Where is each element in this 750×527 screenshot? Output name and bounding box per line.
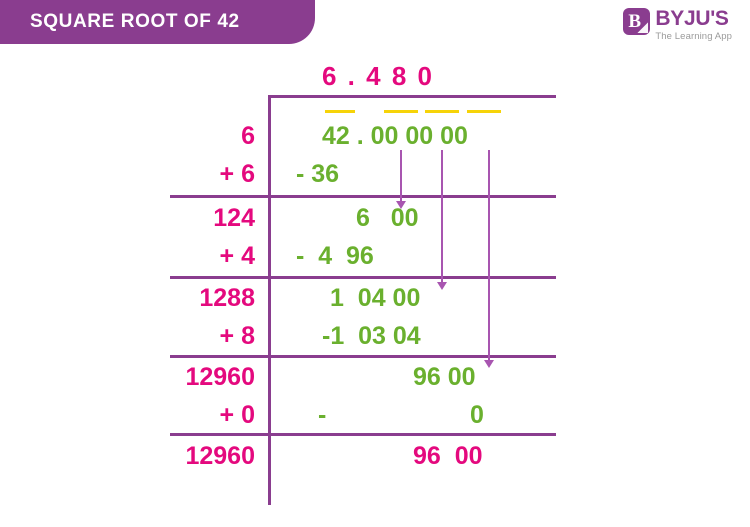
bring-down-arrow-1 — [396, 150, 406, 209]
divisor-add-4: + 0 — [219, 401, 255, 429]
divisor-add-1: + 6 — [219, 160, 255, 188]
divisor-top-4: 12960 — [185, 363, 255, 391]
bring-down-arrow-2 — [437, 150, 447, 290]
divisor-top-1: 6 — [241, 122, 255, 150]
dividend-subtract-1: - 36 — [296, 160, 340, 188]
dividend-subtract-value-4: 0 — [470, 401, 484, 429]
row-separator-3 — [170, 355, 556, 358]
divisor-top-2: 124 — [213, 204, 255, 232]
long-division-worksheet: 6 . 4 8 0 6 + 6 124 + 4 1288 + 8 12960 +… — [0, 0, 750, 527]
divisor-divider-line — [268, 95, 271, 505]
dividend-value: 42 . 00 00 00 — [322, 122, 468, 150]
dividend-subtract-sign-4: - — [318, 401, 327, 429]
row-separator-4 — [170, 433, 556, 436]
digit-pair-marker-3 — [425, 110, 459, 113]
divisor-add-3: + 8 — [219, 322, 255, 350]
digit-pair-marker-4 — [467, 110, 501, 113]
divisor-total: 12960 — [185, 442, 255, 470]
digit-pair-marker-1 — [325, 110, 355, 113]
dividend-subtract-3: -1 03 04 — [322, 322, 421, 350]
division-bar — [268, 95, 556, 98]
dividend-value-2: 6 00 — [356, 204, 419, 232]
row-separator-2 — [170, 276, 556, 279]
remainder-value: 96 00 — [413, 442, 483, 470]
quotient-value: 6 . 4 8 0 — [322, 61, 434, 91]
bring-down-arrow-3 — [484, 150, 494, 368]
dividend-value-4: 96 00 — [413, 363, 476, 391]
row-separator-1 — [170, 195, 556, 198]
divisor-top-3: 1288 — [199, 284, 255, 312]
dividend-value-3: 1 04 00 — [330, 284, 421, 312]
digit-pair-marker-2 — [384, 110, 418, 113]
divisor-add-2: + 4 — [219, 242, 255, 270]
dividend-subtract-2: - 4 96 — [296, 242, 374, 270]
